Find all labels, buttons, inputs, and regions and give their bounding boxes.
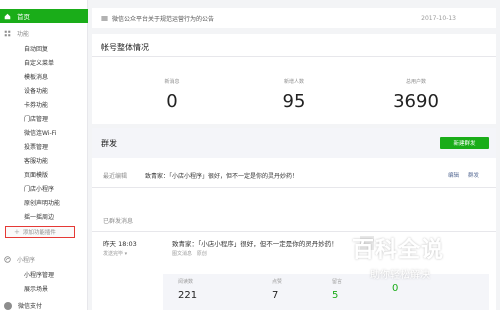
sent-status[interactable]: 发送完毕 ▾ xyxy=(103,250,127,257)
sidebar-section-miniprogram: 小程序 xyxy=(4,255,35,264)
watermark: 百科全说 助你轻松解决 xyxy=(352,232,468,288)
metric-value: 7 xyxy=(272,290,279,301)
sidebar-item-auto-reply[interactable]: 自动回复 xyxy=(24,44,48,53)
recent-edit-label: 最近编辑 xyxy=(103,173,128,180)
divider xyxy=(92,56,496,57)
add-plugin-label: 添加功能插件 xyxy=(22,230,56,236)
sidebar-item-wifi[interactable]: 微信连Wi-Fi xyxy=(24,128,56,137)
edit-link[interactable]: 编辑 xyxy=(448,171,459,179)
metric-label: 点赞 xyxy=(272,279,283,285)
stat-label: 总用户数 xyxy=(405,79,426,85)
sidebar-item-store-miniprogram[interactable]: 门店小程序 xyxy=(24,184,54,193)
stat-new-followers[interactable]: 新增人数 95 xyxy=(234,78,354,112)
metric-comments[interactable]: 留言 5 xyxy=(332,278,342,301)
send-link[interactable]: 群发 xyxy=(468,171,479,179)
stat-value: 95 xyxy=(282,91,306,112)
wechat-pay-icon xyxy=(4,301,12,310)
add-plugin-button[interactable]: + 添加功能插件 xyxy=(5,226,75,238)
stat-total-users[interactable]: 总用户数 3690 xyxy=(356,78,476,112)
notice-bar: 微信公众平台关于规范运营行为的公告 2017-10-13 xyxy=(92,8,496,28)
sidebar-item-coupon[interactable]: 卡券功能 xyxy=(24,100,48,109)
watermark-subtitle: 助你轻松解决 xyxy=(370,270,430,281)
sent-type: 图文消息 原创 xyxy=(172,250,207,257)
metric-label: 留言 xyxy=(332,279,343,285)
metric-value: 5 xyxy=(332,290,339,301)
sent-time: 昨天 18:03 xyxy=(103,240,137,248)
sidebar-item-device[interactable]: 设备功能 xyxy=(24,86,48,95)
home-icon xyxy=(4,13,11,19)
original-tag: 原创 xyxy=(196,251,207,257)
sidebar-item-custom-menu[interactable]: 自定义菜单 xyxy=(24,58,54,67)
sidebar-item-home[interactable]: 首页 xyxy=(0,9,88,23)
sidebar-section-label: 功能 xyxy=(17,31,30,38)
sidebar-item-store[interactable]: 门店管理 xyxy=(24,114,48,123)
metric-reads: 阅读数 221 xyxy=(178,278,197,301)
sent-messages-label: 已群发消息 xyxy=(103,218,134,225)
stat-new-messages[interactable]: 新消息 0 xyxy=(112,78,232,112)
sidebar-item-wechat-pay[interactable]: 微信支付 xyxy=(4,301,42,310)
sent-message-title[interactable]: 致青家：「小店小程序」很好，但不一定是你的灵丹妙药！ xyxy=(172,238,338,248)
watermark-logo: 百科全说 xyxy=(352,238,445,263)
notice-date: 2017-10-13 xyxy=(421,14,456,22)
sidebar-item-page-template[interactable]: 页面模版 xyxy=(24,170,48,179)
overview-title: 帐号整体情况 xyxy=(101,43,149,52)
metric-label: 阅读数 xyxy=(178,279,194,285)
sidebar-item-vote[interactable]: 投票管理 xyxy=(24,142,48,151)
grid-icon xyxy=(4,30,11,37)
metric-likes: 点赞 7 xyxy=(272,278,282,301)
stat-value: 3690 xyxy=(393,91,439,112)
sidebar: 首页 功能 自动回复 自定义菜单 模板消息 设备功能 卡券功能 门店管理 微信连… xyxy=(0,0,88,310)
sidebar-section-label: 小程序 xyxy=(17,257,36,264)
stat-value: 0 xyxy=(166,91,178,112)
sidebar-item-display-scene[interactable]: 展示场景 xyxy=(24,284,48,293)
mass-send-header: 群发 新建群发 xyxy=(92,128,496,158)
plus-icon: + xyxy=(14,228,20,236)
metric-value: 221 xyxy=(178,290,198,301)
sidebar-item-shake[interactable]: 摇一摇周边 xyxy=(24,212,54,221)
sent-status-label: 发送完毕 xyxy=(103,251,124,257)
sidebar-section-feature: 功能 xyxy=(4,29,29,38)
sidebar-item-label: 首页 xyxy=(17,13,30,21)
sidebar-item-original[interactable]: 原创声明功能 xyxy=(24,198,60,207)
new-mass-send-button[interactable]: 新建群发 xyxy=(440,137,489,149)
sidebar-item-miniprogram-manage[interactable]: 小程序管理 xyxy=(24,270,54,279)
stat-label: 新消息 xyxy=(164,79,180,85)
sent-type-label: 图文消息 xyxy=(172,251,193,257)
announcement-icon xyxy=(101,15,108,21)
miniprogram-icon xyxy=(4,256,11,263)
sidebar-item-customer-service[interactable]: 客服功能 xyxy=(24,156,48,165)
recent-edit-row: 最近编辑 致青家：「小店小程序」很好，但不一定是你的灵丹妙药！ 编辑 群发 xyxy=(92,158,496,188)
sidebar-item-label: 微信支付 xyxy=(18,303,43,310)
recent-edit-message[interactable]: 致青家：「小店小程序」很好，但不一定是你的灵丹妙药！ xyxy=(145,171,298,180)
stat-label: 新增人数 xyxy=(283,79,304,85)
account-overview-card: 帐号整体情况 新消息 0 新增人数 95 总用户数 3690 xyxy=(92,34,496,124)
mass-send-title: 群发 xyxy=(101,139,117,148)
notice-link[interactable]: 微信公众平台关于规范运营行为的公告 xyxy=(112,14,214,23)
sidebar-item-template-message[interactable]: 模板消息 xyxy=(24,72,48,81)
